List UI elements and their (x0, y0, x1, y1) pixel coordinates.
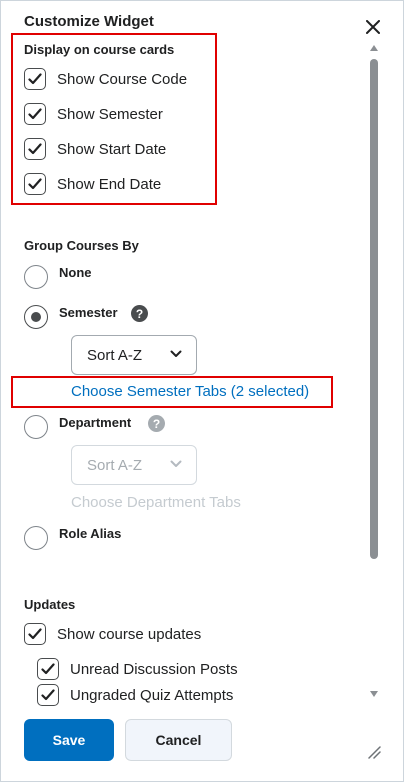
show-semester-option[interactable]: Show Semester (24, 101, 163, 127)
group-section-label: Group Courses By (24, 238, 139, 253)
chevron-down-icon (170, 350, 182, 357)
show-course-updates-option[interactable]: Show course updates (24, 621, 201, 647)
group-department-option[interactable]: Department (24, 415, 131, 439)
show-semester-label: Show Semester (57, 105, 163, 123)
triangle-up-icon (370, 45, 378, 51)
group-department-radio[interactable] (24, 415, 48, 439)
show-end-date-option[interactable]: Show End Date (24, 171, 161, 197)
scroll-up-arrow[interactable] (369, 45, 379, 53)
show-course-code-label: Show Course Code (57, 70, 188, 88)
close-button[interactable] (361, 15, 385, 39)
show-semester-checkbox[interactable] (24, 103, 46, 125)
group-semester-radio[interactable] (24, 305, 48, 329)
checkmark-icon (28, 108, 42, 120)
choose-semester-tabs-link[interactable]: Choose Semester Tabs (2 selected) (71, 383, 309, 400)
group-role-alias-radio[interactable] (24, 526, 48, 550)
show-course-code-option[interactable]: Show Course Code (24, 66, 187, 92)
updates-section-label: Updates (24, 597, 76, 612)
ungraded-quiz-attempts-label: Ungraded Quiz Attempts (70, 686, 234, 704)
checkmark-icon (28, 143, 42, 155)
checkmark-icon (28, 73, 42, 85)
close-icon (366, 20, 380, 34)
ungraded-quiz-attempts-option[interactable]: Ungraded Quiz Attempts (37, 682, 233, 708)
group-department-label: Department (59, 415, 132, 430)
checkmark-icon (28, 178, 42, 190)
scrollbar-thumb[interactable] (370, 59, 378, 559)
display-section-label: Display on course cards (24, 42, 175, 57)
show-course-updates-label: Show course updates (57, 625, 202, 643)
show-end-date-label: Show End Date (57, 175, 162, 193)
group-role-alias-label: Role Alias (59, 526, 122, 541)
ungraded-quiz-attempts-checkbox[interactable] (37, 684, 59, 706)
choose-department-tabs-link: Choose Department Tabs (71, 494, 241, 511)
dialog-title: Customize Widget (24, 13, 154, 30)
chevron-down-icon (170, 460, 182, 467)
resize-handle-icon[interactable] (367, 745, 381, 759)
unread-discussion-posts-checkbox[interactable] (37, 658, 59, 680)
semester-sort-value: Sort A-Z (87, 346, 143, 364)
save-button[interactable]: Save (24, 719, 114, 761)
triangle-down-icon (370, 691, 378, 697)
group-semester-option[interactable]: Semester (24, 305, 118, 329)
checkmark-icon (41, 689, 55, 701)
semester-help-icon[interactable]: ? (131, 305, 148, 322)
group-none-option[interactable]: None (24, 265, 92, 289)
group-role-alias-option[interactable]: Role Alias (24, 526, 121, 550)
checkmark-icon (41, 663, 55, 675)
semester-sort-select[interactable]: Sort A-Z (71, 335, 197, 375)
show-start-date-checkbox[interactable] (24, 138, 46, 160)
customize-widget-dialog: Customize Widget Display on course cards… (0, 0, 404, 782)
department-sort-select: Sort A-Z (71, 445, 197, 485)
cancel-button[interactable]: Cancel (125, 719, 232, 761)
show-course-code-checkbox[interactable] (24, 68, 46, 90)
show-start-date-option[interactable]: Show Start Date (24, 136, 166, 162)
group-semester-label: Semester (59, 305, 118, 320)
show-end-date-checkbox[interactable] (24, 173, 46, 195)
unread-discussion-posts-label: Unread Discussion Posts (70, 660, 238, 678)
show-start-date-label: Show Start Date (57, 140, 167, 158)
scroll-down-arrow[interactable] (369, 691, 379, 699)
group-none-label: None (59, 265, 92, 280)
show-course-updates-checkbox[interactable] (24, 623, 46, 645)
checkmark-icon (28, 628, 42, 640)
department-help-icon[interactable]: ? (148, 415, 165, 432)
radio-selected-dot (31, 312, 41, 322)
unread-discussion-posts-option[interactable]: Unread Discussion Posts (37, 656, 238, 682)
group-none-radio[interactable] (24, 265, 48, 289)
department-sort-value: Sort A-Z (87, 456, 143, 474)
